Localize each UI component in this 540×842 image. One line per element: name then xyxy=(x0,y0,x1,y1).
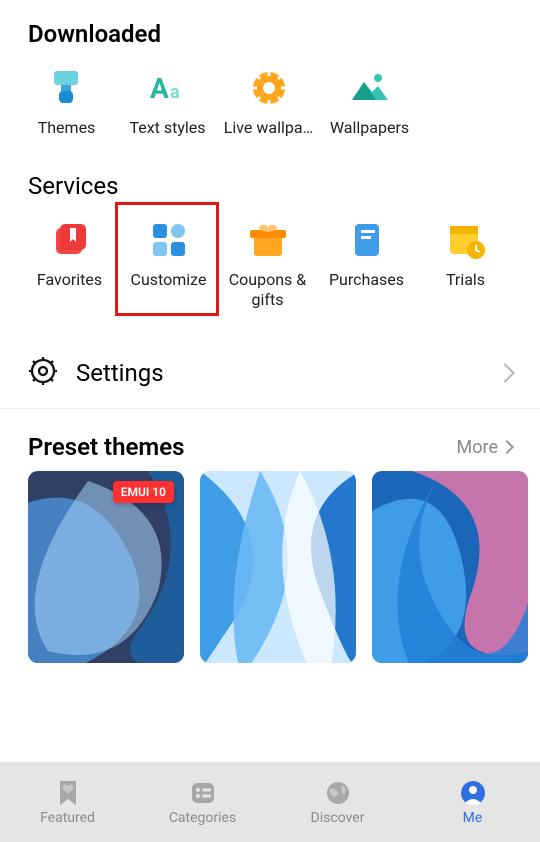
services-item-purchases[interactable]: Purchases xyxy=(317,210,416,316)
theme-card-3[interactable] xyxy=(372,471,528,663)
theme-card-1[interactable]: EMUI 10 xyxy=(28,471,184,663)
preset-themes-more[interactable]: More xyxy=(457,437,512,458)
globe-icon xyxy=(323,778,353,808)
services-label: Purchases xyxy=(329,270,404,290)
svg-text:A: A xyxy=(150,72,169,105)
preset-themes-row: EMUI 10 xyxy=(0,471,540,663)
services-grid: Favorites Customize Coupons & gifts Purc… xyxy=(0,210,540,316)
nav-label: Me xyxy=(463,810,483,826)
services-item-coupons[interactable]: Coupons & gifts xyxy=(218,210,317,316)
emui-badge: EMUI 10 xyxy=(113,481,174,503)
svg-text:a: a xyxy=(170,82,180,103)
downloaded-item-text-styles[interactable]: Aa Text styles xyxy=(117,58,218,144)
mountain-icon xyxy=(346,64,394,112)
nav-label: Discover xyxy=(311,810,365,826)
chevron-right-icon xyxy=(500,440,514,454)
aa-icon: Aa xyxy=(144,64,192,112)
services-item-trials[interactable]: Trials xyxy=(416,210,515,316)
heart-tag-icon xyxy=(53,778,83,808)
theme-card-2[interactable] xyxy=(200,471,356,663)
downloaded-label: Live wallpa… xyxy=(224,118,314,138)
downloaded-label: Themes xyxy=(38,118,96,138)
services-label: Customize xyxy=(131,270,207,290)
preset-themes-title: Preset themes xyxy=(28,433,184,461)
brush-icon xyxy=(43,64,91,112)
nav-label: Featured xyxy=(40,810,95,826)
bookmark-icon xyxy=(46,216,94,264)
receipt-icon xyxy=(343,216,391,264)
nav-categories[interactable]: Categories xyxy=(135,762,270,842)
downloaded-item-live-wallpapers[interactable]: Live wallpa… xyxy=(218,58,319,144)
downloaded-item-wallpapers[interactable]: Wallpapers xyxy=(319,58,420,144)
downloaded-label: Text styles xyxy=(129,118,205,138)
bottom-nav: Featured Categories Discover Me xyxy=(0,762,540,842)
grid-icon xyxy=(145,216,193,264)
nav-me[interactable]: Me xyxy=(405,762,540,842)
nav-label: Categories xyxy=(169,810,236,826)
gear-icon xyxy=(28,356,58,390)
gear-sun-icon xyxy=(245,64,293,112)
list-icon xyxy=(188,778,218,808)
person-icon xyxy=(458,778,488,808)
settings-row[interactable]: Settings xyxy=(0,338,540,409)
downloaded-label: Wallpapers xyxy=(330,118,409,138)
services-label: Coupons & gifts xyxy=(222,270,313,310)
nav-discover[interactable]: Discover xyxy=(270,762,405,842)
chevron-right-icon xyxy=(495,363,515,383)
downloaded-item-themes[interactable]: Themes xyxy=(16,58,117,144)
nav-featured[interactable]: Featured xyxy=(0,762,135,842)
more-label: More xyxy=(457,437,498,458)
settings-label: Settings xyxy=(76,359,498,387)
section-services-title: Services xyxy=(0,144,540,210)
section-downloaded-title: Downloaded xyxy=(0,0,540,58)
calendar-clock-icon xyxy=(442,216,490,264)
services-item-favorites[interactable]: Favorites xyxy=(20,210,119,316)
services-label: Favorites xyxy=(37,270,102,290)
downloaded-grid: Themes Aa Text styles Live wallpa… Wallp… xyxy=(0,58,540,144)
gift-icon xyxy=(244,216,292,264)
preset-themes-header: Preset themes More xyxy=(0,415,540,471)
services-label: Trials xyxy=(446,270,485,290)
services-item-customize[interactable]: Customize xyxy=(119,210,218,316)
